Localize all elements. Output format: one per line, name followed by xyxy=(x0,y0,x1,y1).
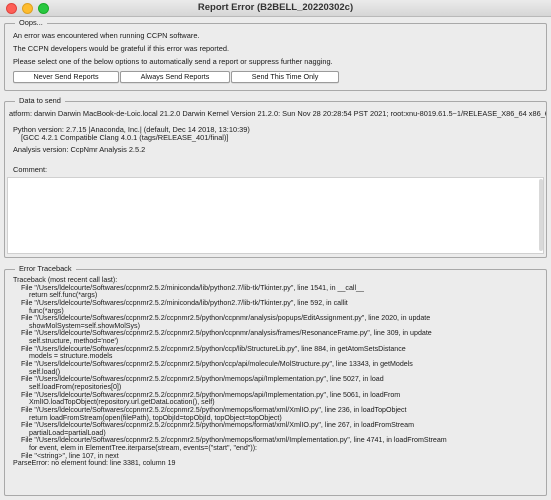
never-send-reports-button[interactable]: Never Send Reports xyxy=(13,71,119,83)
gcc-version: [GCC 4.2.1 Compatible Clang 4.0.1 (tags/… xyxy=(21,133,229,142)
traceback-line: File "/Users/ldelcourte/Softwares/ccpnmr… xyxy=(21,298,348,307)
window-title: Report Error (B2BELL_20220302c) xyxy=(197,2,354,13)
oops-group: Oops... An error was encountered when ru… xyxy=(4,18,547,91)
comment-scrollbar[interactable] xyxy=(539,179,543,251)
oops-message-3: Please select one of the below options t… xyxy=(13,57,333,66)
traceback-line: File "/Users/ldelcourte/Softwares/ccpnmr… xyxy=(21,360,413,369)
comment-textarea[interactable] xyxy=(7,177,544,254)
traceback-text[interactable]: Traceback (most recent call last): File "… xyxy=(13,276,542,468)
error-traceback-legend: Error Traceback xyxy=(15,264,76,273)
window-titlebar: Report Error (B2BELL_20220302c) xyxy=(0,0,551,17)
comment-label: Comment: xyxy=(13,165,48,174)
analysis-version: Analysis version: CcpNmr Analysis 2.5.2 xyxy=(13,145,146,154)
data-to-send-group: Data to send atform: darwin Darwin MacBo… xyxy=(4,96,547,258)
traceback-line: ParseError: no element found: line 3381,… xyxy=(13,459,176,468)
platform-info: atform: darwin Darwin MacBook-de-Loic.lo… xyxy=(9,109,546,118)
data-to-send-legend: Data to send xyxy=(15,96,65,105)
oops-message-1: An error was encountered when running CC… xyxy=(13,31,200,40)
always-send-reports-button[interactable]: Always Send Reports xyxy=(120,71,230,83)
send-this-time-only-button[interactable]: Send This Time Only xyxy=(231,71,339,83)
error-traceback-group: Error Traceback Traceback (most recent c… xyxy=(4,264,547,496)
oops-legend: Oops... xyxy=(15,18,47,27)
oops-message-2: The CCPN developers would be grateful if… xyxy=(13,44,230,53)
